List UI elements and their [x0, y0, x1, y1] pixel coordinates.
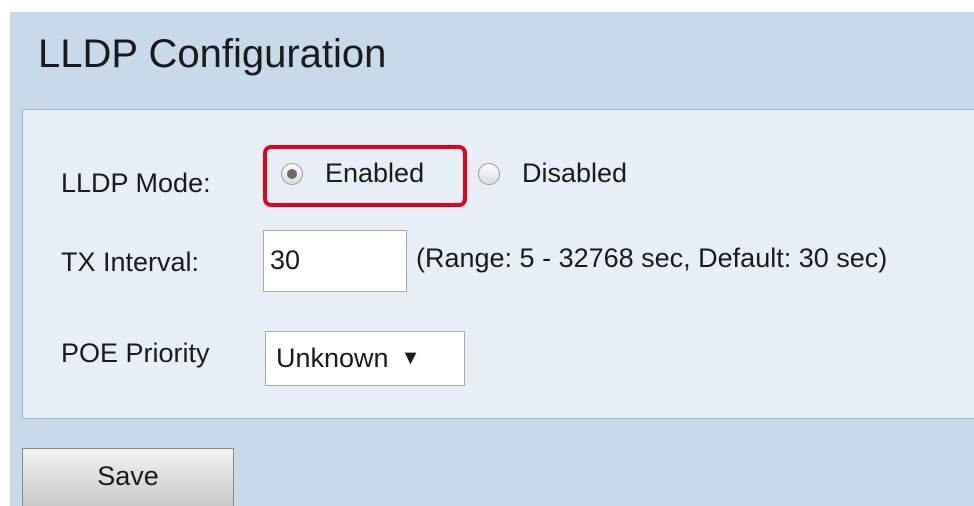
configuration-panel: LLDP Mode: Enabled Disabled TX Interval:… [22, 109, 974, 419]
tx-interval-input[interactable]: 30 [263, 230, 407, 292]
radio-disabled-label: Disabled [522, 158, 628, 188]
enabled-highlight-box [263, 145, 467, 207]
lldp-mode-disabled-option[interactable]: Disabled [478, 158, 627, 189]
poe-priority-selected-value: Unknown [276, 343, 389, 373]
radio-disabled[interactable] [478, 162, 500, 185]
page-title: LLDP Configuration [38, 32, 387, 76]
triangle-down-icon: ▼ [400, 347, 421, 369]
poe-priority-label: POE Priority [61, 338, 210, 368]
lldp-mode-label: LLDP Mode: [61, 168, 211, 198]
tx-interval-label: TX Interval: [61, 247, 200, 277]
poe-priority-select[interactable]: Unknown ▼ [265, 331, 465, 386]
save-button[interactable]: Save [22, 448, 234, 506]
tx-interval-hint: (Range: 5 - 32768 sec, Default: 30 sec) [416, 243, 888, 273]
page-container: LLDP Configuration LLDP Mode: Enabled Di… [10, 12, 974, 506]
